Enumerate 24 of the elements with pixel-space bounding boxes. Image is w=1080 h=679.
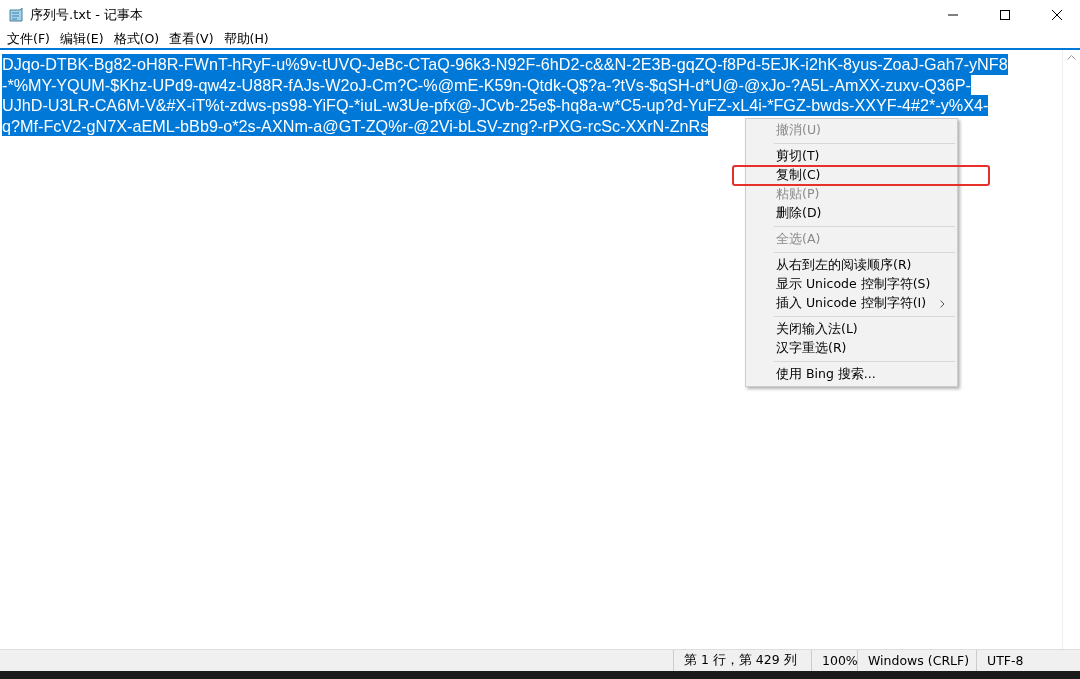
menu-item[interactable]: 剪切(T) [748, 147, 955, 166]
menu-item[interactable]: 插入 Unicode 控制字符(I) [748, 294, 955, 313]
window-title: 序列号.txt - 记事本 [30, 6, 144, 24]
status-field: 100% [811, 650, 857, 671]
menu-item[interactable]: 格式(O) [108, 30, 165, 48]
menu-item[interactable]: 关闭输入法(L) [748, 320, 955, 339]
menu-item[interactable]: 显示 Unicode 控制字符(S) [748, 275, 955, 294]
menu-item[interactable]: 查看(V) [164, 30, 219, 48]
status-field: UTF-8 [976, 650, 1066, 671]
maximize-icon[interactable] [1000, 10, 1010, 20]
menu-item[interactable]: 复制(C) [748, 166, 955, 185]
menu-item[interactable]: 从右到左的阅读顺序(R) [748, 256, 955, 275]
close-icon[interactable] [1052, 10, 1062, 20]
scroll-up-icon[interactable] [1067, 54, 1076, 60]
menu-item[interactable]: 文件(F) [2, 30, 55, 48]
notepad-icon [8, 7, 24, 23]
status-field: Windows (CRLF) [857, 650, 976, 671]
menu-item[interactable]: 汉字重选(R) [748, 339, 955, 358]
menu-item[interactable]: 编辑(E) [54, 30, 109, 48]
menu-item[interactable]: 删除(D) [748, 204, 955, 223]
status-field: 第 1 行，第 429 列 [673, 650, 811, 671]
chevron-right-icon [940, 299, 945, 308]
menu-item[interactable]: 使用 Bing 搜索... [748, 365, 955, 384]
menu-item[interactable]: 帮助(H) [218, 30, 274, 48]
